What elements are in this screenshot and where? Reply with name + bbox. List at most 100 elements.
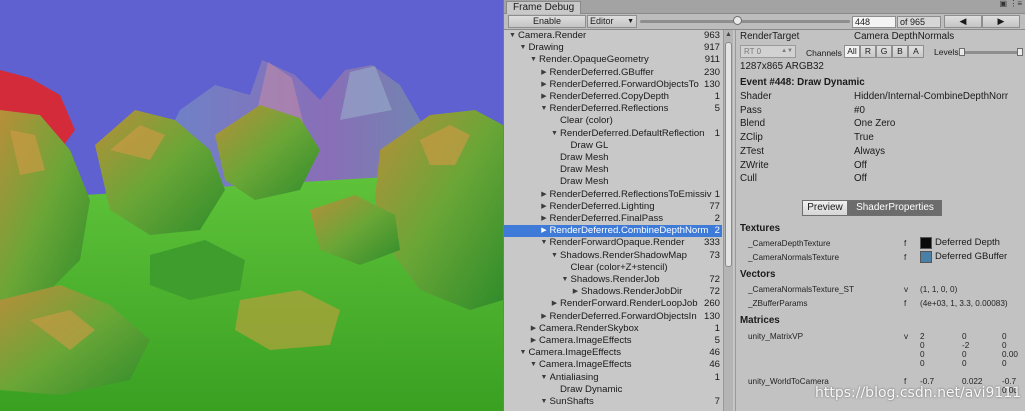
preview-button[interactable]: Preview — [802, 200, 848, 216]
levels-slider[interactable] — [959, 48, 1023, 56]
event-tree: ▼ Camera.Render 963 ▼ Drawing 917 ▼ Render.Opaq… — [504, 30, 734, 411]
tree-row[interactable]: Clear (color+Z+stencil) — [504, 262, 722, 274]
previous-event-button[interactable]: ◀ — [944, 15, 982, 28]
tree-row[interactable]: ▶ RenderDeferred.FinalPass 2 — [504, 213, 722, 225]
expanded-triangle-icon[interactable]: ▼ — [540, 237, 549, 249]
next-event-button[interactable]: ▶ — [982, 15, 1020, 28]
tree-row-count: 230 — [703, 66, 720, 78]
shader-properties-button[interactable]: ShaderProperties — [848, 200, 942, 216]
tree-row[interactable]: ▶ RenderDeferred.ReflectionsToEmissiv 1 — [504, 189, 722, 201]
collapsed-triangle-icon[interactable]: ▶ — [550, 298, 559, 310]
texture-stage: f — [904, 253, 907, 262]
tree-row[interactable]: ▼ RenderForwardOpaque.Render 333 — [504, 237, 722, 249]
tree-row[interactable]: ▶ RenderDeferred.ForwardObjectsIn 130 — [504, 311, 722, 323]
expanded-triangle-icon[interactable]: ▼ — [529, 54, 538, 66]
tree-row[interactable]: Clear (color) — [504, 115, 722, 127]
expanded-triangle-icon[interactable]: ▼ — [550, 250, 559, 262]
channel-a-button[interactable]: A — [908, 45, 924, 58]
texture-thumbnail[interactable] — [920, 237, 932, 249]
tree-row[interactable]: ▶ Shadows.RenderJobDir 72 — [504, 286, 722, 298]
expanded-triangle-icon[interactable]: ▼ — [540, 103, 549, 115]
property-value: #0 — [854, 104, 865, 116]
collapsed-triangle-icon[interactable]: ▶ — [540, 213, 549, 225]
collapsed-triangle-icon[interactable]: ▶ — [540, 91, 549, 103]
tree-row[interactable]: ▼ Camera.ImageEffects 46 — [504, 347, 722, 359]
tree-row[interactable]: ▶ RenderDeferred.CopyDepth 1 — [504, 91, 722, 103]
tree-row[interactable]: ▶ RenderDeferred.ForwardObjectsTo 130 — [504, 79, 722, 91]
channel-all-button[interactable]: All — [844, 45, 860, 58]
tree-row-label: RenderDeferred.CombineDepthNorm — [549, 225, 709, 237]
event-slider-thumb[interactable] — [733, 16, 743, 25]
tree-scrollbar-thumb[interactable] — [725, 42, 732, 267]
tree-row[interactable]: ▶ Camera.ImageEffects 5 — [504, 335, 722, 347]
tree-row[interactable]: ▶ Camera.RenderSkybox 1 — [504, 323, 722, 335]
tree-row-count: 1 — [714, 91, 720, 102]
expanded-triangle-icon[interactable]: ▼ — [508, 30, 517, 42]
levels-max-thumb[interactable] — [1017, 48, 1023, 56]
tree-row-label: RenderDeferred.Lighting — [549, 200, 655, 212]
tree-row[interactable]: ▶ RenderDeferred.GBuffer 230 — [504, 67, 722, 79]
tree-row[interactable]: Draw Mesh — [504, 176, 722, 188]
left-triangle-icon: ◀ — [959, 16, 967, 26]
tree-row[interactable]: ▶ RenderForward.RenderLoopJob 260 — [504, 298, 722, 310]
tree-row[interactable]: Draw Dynamic — [504, 384, 722, 396]
target-dropdown[interactable]: Editor ▼ — [587, 15, 637, 28]
tree-row[interactable]: Draw GL — [504, 140, 722, 152]
collapsed-triangle-icon[interactable]: ▶ — [540, 79, 549, 91]
property-key: ZTest — [740, 145, 764, 157]
levels-min-thumb[interactable] — [959, 48, 965, 56]
tree-row-count: 72 — [709, 274, 720, 285]
collapsed-triangle-icon[interactable]: ▶ — [540, 67, 549, 79]
tree-row-selected[interactable]: ▶ RenderDeferred.CombineDepthNorm 2 — [504, 225, 722, 238]
expanded-triangle-icon[interactable]: ▼ — [529, 359, 538, 371]
tree-row[interactable]: ▶ RenderDeferred.Lighting 77 — [504, 201, 722, 213]
tree-row[interactable]: ▼ Camera.Render 963 — [504, 30, 722, 42]
tree-row-label: Draw Mesh — [560, 176, 609, 188]
tree-row[interactable]: Draw Mesh — [504, 152, 722, 164]
window-menu-icon[interactable]: ▣ ⋮≡ — [1000, 0, 1022, 8]
tree-row-label: Draw Mesh — [560, 152, 609, 163]
tree-row[interactable]: ▼ Shadows.RenderJob 72 — [504, 274, 722, 286]
render-target-select-label: RT 0 — [744, 47, 762, 56]
channel-r-button[interactable]: R — [860, 45, 876, 58]
texture-thumbnail[interactable] — [920, 251, 932, 263]
collapsed-triangle-icon[interactable]: ▶ — [540, 225, 549, 237]
enable-button[interactable]: Enable — [508, 15, 586, 28]
collapsed-triangle-icon[interactable]: ▶ — [540, 189, 549, 201]
tree-row[interactable]: ▼ Render.OpaqueGeometry 911 — [504, 54, 722, 66]
expanded-triangle-icon[interactable]: ▼ — [561, 274, 570, 286]
tree-row[interactable]: ▼ Camera.ImageEffects 46 — [504, 359, 722, 371]
tree-row-count: 2 — [712, 225, 720, 238]
textures-header: Textures — [740, 223, 781, 234]
expanded-triangle-icon[interactable]: ▼ — [540, 372, 549, 384]
channel-g-button[interactable]: G — [876, 45, 892, 58]
tree-row-label: Camera.ImageEffects — [539, 335, 632, 346]
scroll-up-icon[interactable]: ▲ — [725, 31, 732, 38]
collapsed-triangle-icon[interactable]: ▶ — [571, 286, 580, 298]
collapsed-triangle-icon[interactable]: ▶ — [529, 335, 538, 347]
tree-row[interactable]: ▼ Antialiasing 1 — [504, 372, 722, 384]
tree-row[interactable]: ▼ Shadows.RenderShadowMap 73 — [504, 250, 722, 262]
channel-b-button[interactable]: B — [892, 45, 908, 58]
frame-debug-tab[interactable]: Frame Debug — [506, 1, 582, 14]
tree-row[interactable]: Draw Mesh — [504, 164, 722, 176]
property-key: Blend — [740, 118, 766, 130]
event-slider[interactable] — [640, 16, 850, 25]
collapsed-triangle-icon[interactable]: ▶ — [529, 323, 538, 335]
expanded-triangle-icon[interactable]: ▼ — [550, 128, 559, 140]
expanded-triangle-icon[interactable]: ▼ — [519, 42, 528, 54]
vector-stage: v — [904, 285, 909, 294]
expanded-triangle-icon[interactable]: ▼ — [540, 396, 549, 408]
expanded-triangle-icon[interactable]: ▼ — [519, 347, 528, 359]
tree-scrollbar[interactable]: ▲ — [723, 30, 733, 411]
collapsed-triangle-icon[interactable]: ▶ — [540, 201, 549, 213]
tree-row[interactable]: ▼ RenderDeferred.Reflections 5 — [504, 103, 722, 115]
render-target-value: Camera DepthNormals — [854, 31, 955, 42]
collapsed-triangle-icon[interactable]: ▶ — [540, 311, 549, 323]
event-index-field[interactable]: 448 — [852, 16, 896, 28]
tree-row[interactable]: ▼ RenderDeferred.DefaultReflection 1 — [504, 128, 722, 140]
tree-row-count: 1 — [714, 188, 720, 200]
tree-row[interactable]: ▼ Drawing 917 — [504, 42, 722, 54]
render-target-select[interactable]: RT 0 ▲▼ — [740, 45, 796, 58]
tree-row[interactable]: ▼ SunShafts 7 — [504, 396, 722, 408]
